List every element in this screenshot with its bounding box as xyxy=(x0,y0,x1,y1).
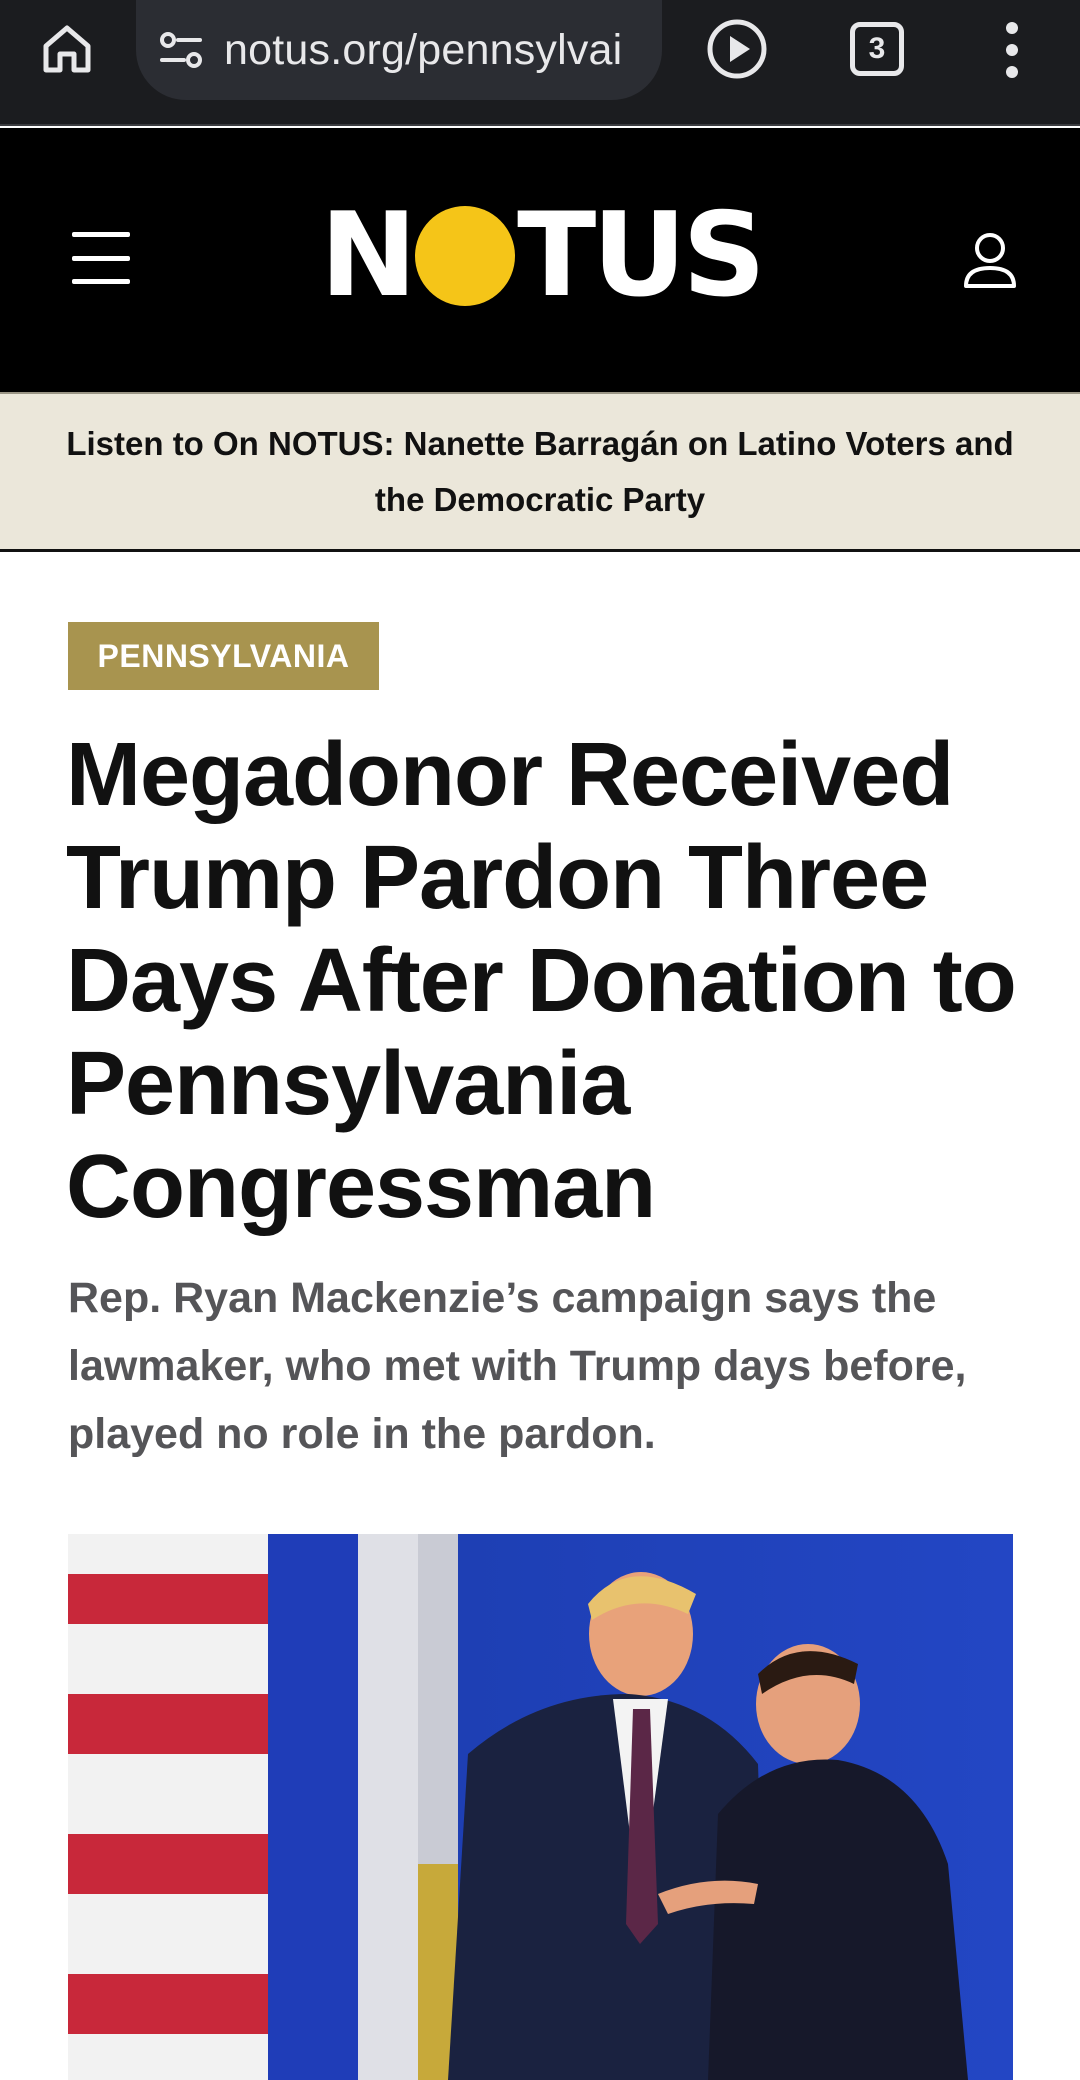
lead-photo-illustration xyxy=(68,1534,1013,2080)
tab-switcher-button[interactable]: 3 xyxy=(850,22,904,76)
browser-toolbar: notus.org/pennsylvai 3 xyxy=(0,0,1080,126)
site-settings-icon[interactable] xyxy=(156,25,206,75)
article-headline: Megadonor Received Trump Pardon Three Da… xyxy=(66,725,1017,1237)
lead-photo[interactable] xyxy=(68,1534,1013,2080)
article-dek: Rep. Ryan Mackenzie’s campaign says the … xyxy=(68,1274,967,1458)
category-tag[interactable]: PENNSYLVANIA xyxy=(68,622,379,690)
podcast-promo-banner[interactable]: Listen to On NOTUS: Nanette Barragán on … xyxy=(0,392,1080,552)
home-button[interactable] xyxy=(38,20,96,78)
tab-count: 3 xyxy=(868,32,886,65)
address-bar[interactable]: notus.org/pennsylvai xyxy=(136,0,662,100)
logo-text-right: TUS xyxy=(517,188,766,323)
url-text[interactable]: notus.org/pennsylvai xyxy=(224,26,644,75)
site-header: N TUS xyxy=(0,128,1080,392)
logo-text-left: N xyxy=(320,188,417,323)
user-account-icon[interactable] xyxy=(962,228,1018,292)
home-icon xyxy=(43,25,91,73)
notus-logo[interactable]: N TUS xyxy=(286,188,796,323)
more-vert-icon[interactable] xyxy=(994,18,1030,82)
promo-link-text[interactable]: Listen to On NOTUS: Nanette Barragán on … xyxy=(60,416,1020,528)
logo-o-circle xyxy=(415,206,516,306)
hamburger-menu-icon[interactable] xyxy=(72,232,130,284)
listen-button[interactable] xyxy=(704,16,770,82)
play-icon xyxy=(707,19,767,79)
